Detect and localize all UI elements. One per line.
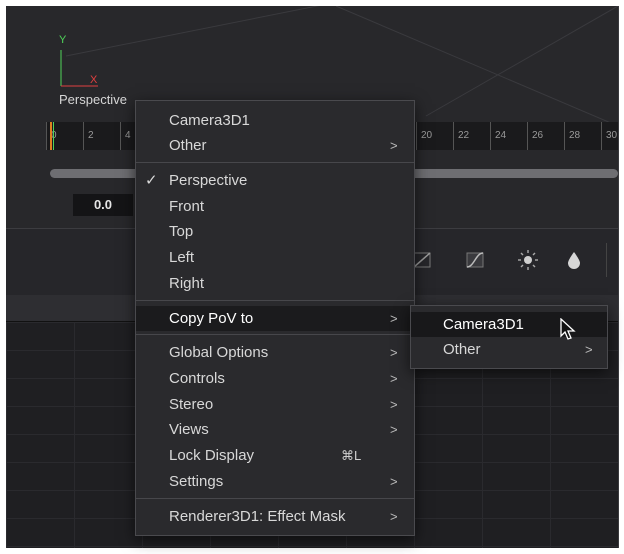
menu-item-global-options[interactable]: Global Options > bbox=[136, 340, 414, 365]
menu-item-lock-display[interactable]: Lock Display ⌘L bbox=[136, 443, 414, 468]
chevron-right-icon: > bbox=[390, 397, 398, 412]
menu-item-top[interactable]: Top bbox=[136, 219, 414, 244]
ruler-tick: 2 bbox=[83, 122, 94, 150]
ruler-tick: 20 bbox=[416, 122, 432, 150]
ruler-tick: 26 bbox=[527, 122, 543, 150]
chevron-right-icon: > bbox=[390, 311, 398, 326]
drop-icon[interactable] bbox=[563, 249, 585, 271]
chevron-right-icon: > bbox=[390, 509, 398, 524]
menu-item-copy-pov-to[interactable]: Copy PoV to > bbox=[136, 306, 414, 331]
menu-item-other[interactable]: Other > bbox=[136, 133, 414, 158]
current-time-field[interactable]: 0.0 bbox=[73, 194, 133, 216]
ruler-tick: 4 bbox=[120, 122, 131, 150]
axis-gizmo bbox=[60, 50, 98, 87]
menu-item-camera3d1[interactable]: Camera3D1 bbox=[136, 108, 414, 133]
axis-x-label: X bbox=[90, 74, 98, 86]
toolbar-divider bbox=[606, 243, 607, 277]
menu-item-left[interactable]: Left bbox=[136, 245, 414, 270]
chevron-right-icon: > bbox=[390, 474, 398, 489]
chevron-right-icon: > bbox=[390, 138, 398, 153]
view-mode-label: Perspective bbox=[59, 92, 127, 107]
menu-item-views[interactable]: Views > bbox=[136, 417, 414, 442]
menu-divider bbox=[136, 300, 414, 301]
mouse-cursor-icon bbox=[560, 318, 576, 340]
menu-item-right[interactable]: Right bbox=[136, 271, 414, 296]
chevron-right-icon: > bbox=[390, 422, 398, 437]
brightness-icon[interactable] bbox=[517, 249, 539, 271]
spline-icon[interactable] bbox=[464, 249, 486, 271]
menu-divider bbox=[136, 498, 414, 499]
axis-y-label: Y bbox=[59, 34, 67, 46]
chevron-right-icon: > bbox=[585, 342, 593, 357]
ruler-tick: 24 bbox=[490, 122, 506, 150]
checkmark-icon: ✓ bbox=[145, 172, 158, 189]
context-menu: Camera3D1 Other > ✓ Perspective Front To… bbox=[135, 100, 415, 536]
copy-pov-submenu: Camera3D1 Other > bbox=[410, 305, 608, 369]
menu-item-renderer3d1-effect-mask[interactable]: Renderer3D1: Effect Mask > bbox=[136, 504, 414, 529]
menu-divider bbox=[136, 162, 414, 163]
menu-item-front[interactable]: Front bbox=[136, 194, 414, 219]
ruler-tick: 0 bbox=[46, 122, 57, 150]
menu-item-stereo[interactable]: Stereo > bbox=[136, 392, 414, 417]
ruler-tick: 30 bbox=[601, 122, 617, 150]
menu-divider bbox=[136, 334, 414, 335]
ruler-tick: 28 bbox=[564, 122, 580, 150]
menu-item-controls[interactable]: Controls > bbox=[136, 366, 414, 391]
chevron-right-icon: > bbox=[390, 345, 398, 360]
menu-item-perspective[interactable]: ✓ Perspective bbox=[136, 168, 414, 193]
menu-item-settings[interactable]: Settings > bbox=[136, 469, 414, 494]
playhead[interactable] bbox=[50, 122, 52, 150]
chevron-right-icon: > bbox=[390, 371, 398, 386]
playhead-marker bbox=[53, 122, 54, 150]
ruler-tick: 22 bbox=[453, 122, 469, 150]
shortcut-label: ⌘L bbox=[341, 448, 362, 463]
